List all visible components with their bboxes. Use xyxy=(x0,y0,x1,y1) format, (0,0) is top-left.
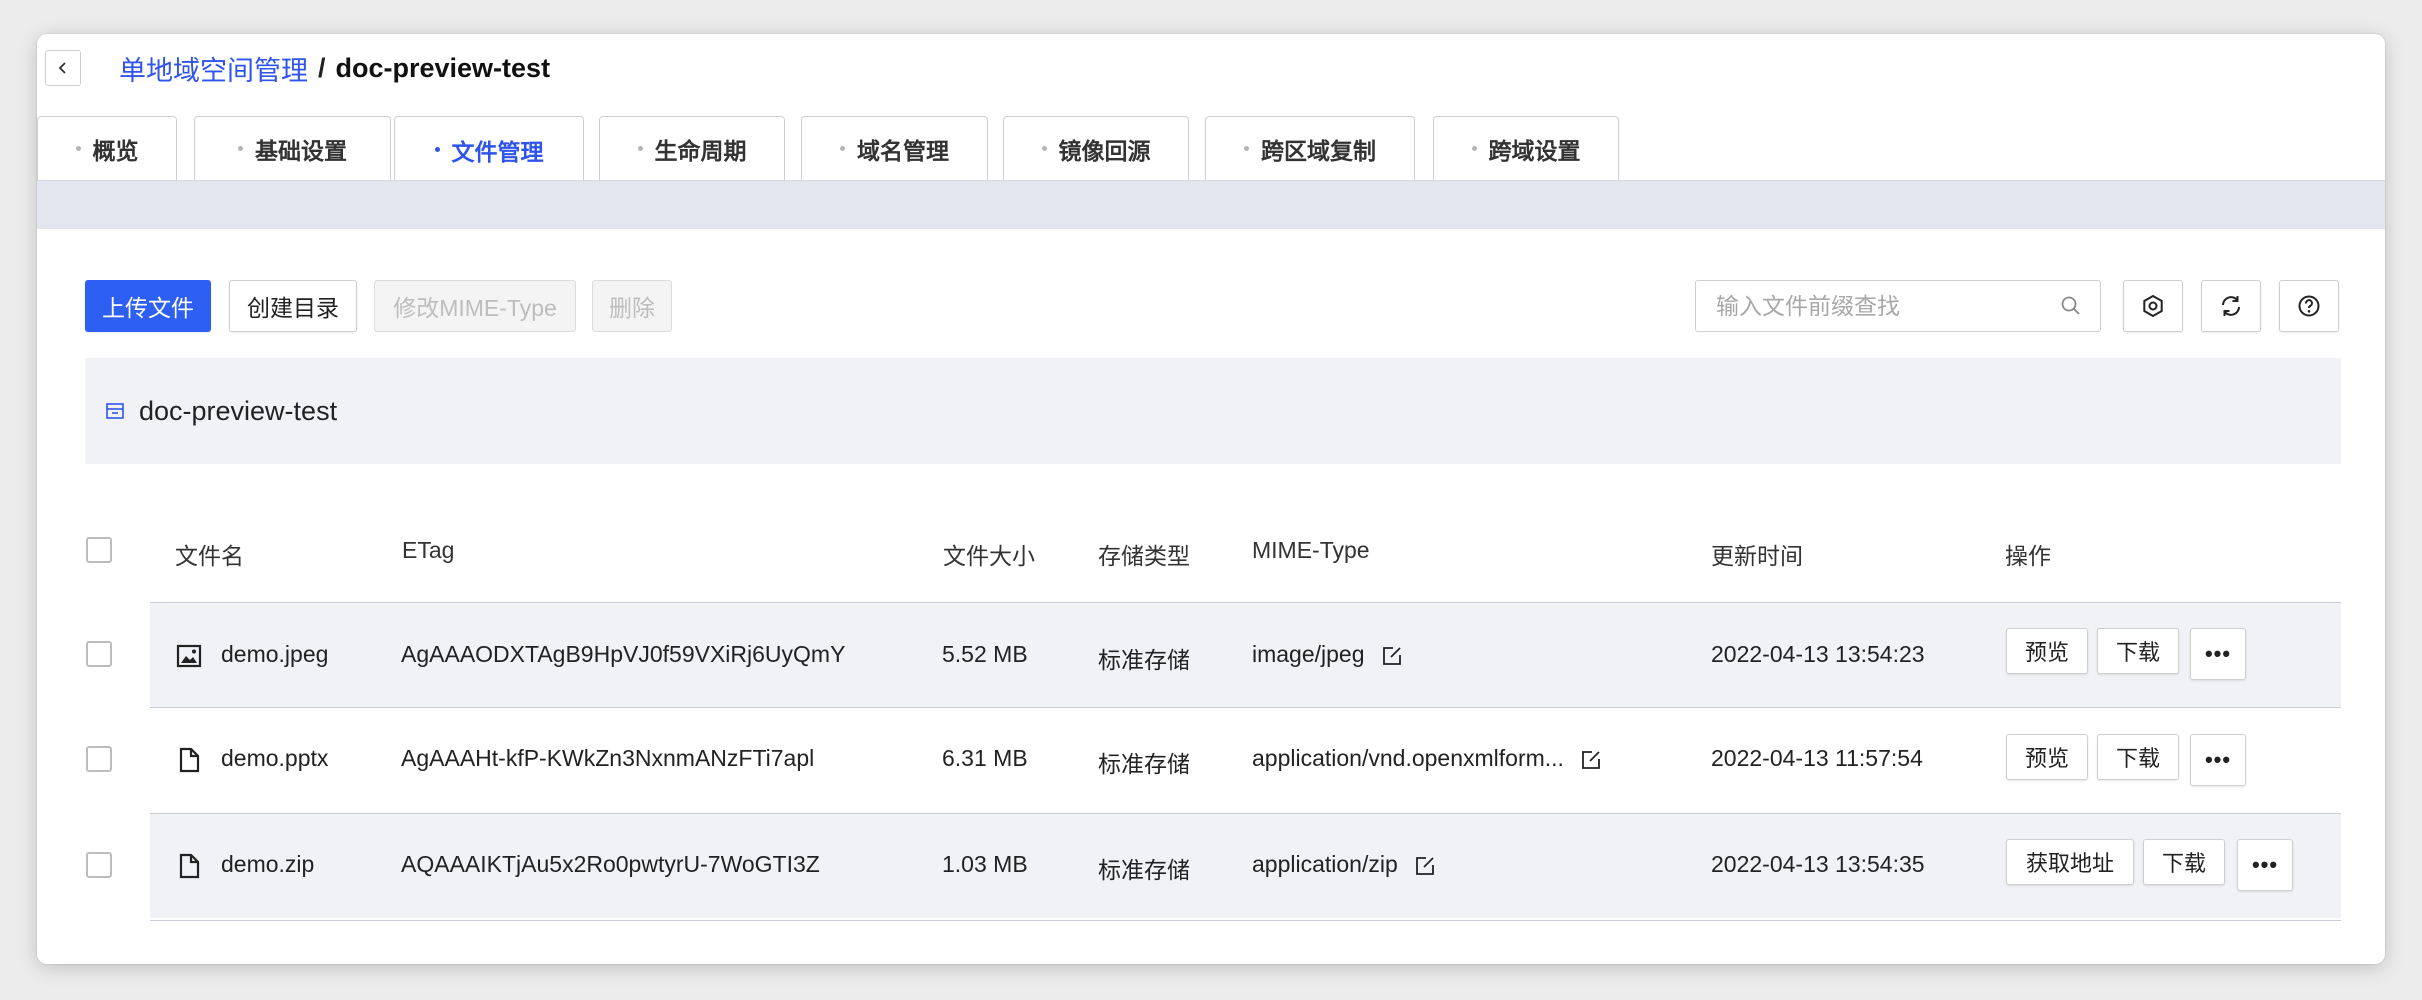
download-button[interactable]: 下载 xyxy=(2097,734,2179,780)
get-url-button[interactable]: 获取地址 xyxy=(2006,839,2134,885)
modify-mime-type-button[interactable]: 修改MIME-Type xyxy=(374,280,576,332)
tab-label: 文件管理 xyxy=(451,138,544,165)
search-box xyxy=(1695,280,2101,332)
mime-type-value: application/vnd.openxmlform... xyxy=(1252,745,1564,771)
download-button[interactable]: 下载 xyxy=(2097,628,2179,674)
column-header-etag: ETag xyxy=(402,537,455,563)
tab-mirror-origin[interactable]: 镜像回源 xyxy=(1003,116,1189,180)
column-header-size: 文件大小 xyxy=(943,543,1035,569)
tab-label: 概览 xyxy=(92,137,139,164)
create-directory-button[interactable]: 创建目录 xyxy=(229,280,357,332)
edit-icon[interactable] xyxy=(1381,645,1403,667)
column-header-name: 文件名 xyxy=(175,543,244,569)
select-all-checkbox[interactable] xyxy=(86,537,112,563)
file-etag: AgAAAHt-kfP-KWkZn3NxnmANzFTi7apl xyxy=(401,745,815,771)
document-file-icon xyxy=(175,852,203,880)
table-bottom-border xyxy=(150,920,2341,921)
gear-icon xyxy=(2143,294,2163,318)
download-button[interactable]: 下载 xyxy=(2143,839,2225,885)
edit-icon[interactable] xyxy=(1414,855,1436,877)
back-button[interactable] xyxy=(45,50,81,86)
tab-label: 镜像回源 xyxy=(1058,137,1151,164)
file-mime-type: application/zip xyxy=(1252,851,1436,878)
tab-dot xyxy=(1244,146,1249,151)
tab-dot xyxy=(434,147,440,152)
more-actions-button[interactable]: ••• xyxy=(2190,734,2246,786)
file-size: 6.31 MB xyxy=(942,745,1028,771)
tab-bar: 概览 基础设置 文件管理 生命周期 域名管理 镜像回源 跨区域复制 跨域设置 xyxy=(37,116,2385,182)
file-updated-time: 2022-04-13 13:54:23 xyxy=(1711,641,1925,667)
edit-icon[interactable] xyxy=(1580,749,1602,771)
tab-label: 域名管理 xyxy=(857,137,949,164)
current-path-bar: doc-preview-test xyxy=(85,358,2341,464)
tab-dot xyxy=(637,146,643,151)
breadcrumb-current: doc-preview-test xyxy=(335,52,551,83)
tab-label: 跨域设置 xyxy=(1488,137,1581,164)
preview-button[interactable]: 预览 xyxy=(2006,628,2088,674)
file-size: 5.52 MB xyxy=(942,641,1028,667)
preview-button[interactable]: 预览 xyxy=(2006,734,2088,780)
help-icon xyxy=(2298,295,2320,317)
file-mime-type: image/jpeg xyxy=(1252,641,1403,668)
file-name[interactable]: demo.zip xyxy=(221,851,314,878)
tab-label: 跨区域复制 xyxy=(1261,137,1376,164)
file-storage-type: 标准存储 xyxy=(1098,751,1190,777)
bucket-icon xyxy=(106,403,124,419)
column-header-actions: 操作 xyxy=(2005,543,2051,569)
current-path: doc-preview-test xyxy=(139,395,338,426)
file-updated-time: 2022-04-13 13:54:35 xyxy=(1711,851,1925,877)
settings-button[interactable] xyxy=(2123,280,2183,332)
tab-basic-settings[interactable]: 基础设置 xyxy=(194,116,391,180)
search-icon[interactable] xyxy=(2060,295,2082,317)
file-size: 1.03 MB xyxy=(942,851,1028,877)
tab-dot xyxy=(1471,146,1477,151)
tab-lifecycle[interactable]: 生命周期 xyxy=(599,116,785,180)
upload-file-button[interactable]: 上传文件 xyxy=(85,280,211,332)
file-etag: AgAAAODXTAgB9HpVJ0f59VXiRj6UyQmY xyxy=(401,641,846,667)
tab-overview[interactable]: 概览 xyxy=(37,116,177,180)
file-etag: AQAAAIKTjAu5x2Ro0pwtyrU-7WoGTI3Z xyxy=(401,851,820,877)
row-checkbox[interactable] xyxy=(86,641,112,667)
search-input[interactable] xyxy=(1714,291,2060,321)
tab-content-band xyxy=(37,180,2385,229)
more-actions-button[interactable]: ••• xyxy=(2237,839,2293,891)
file-storage-type: 标准存储 xyxy=(1098,647,1190,673)
breadcrumb: 单地域空间管理 / doc-preview-test xyxy=(119,50,550,86)
tab-dot xyxy=(75,146,81,151)
document-file-icon xyxy=(175,746,203,774)
file-name[interactable]: demo.jpeg xyxy=(221,641,328,668)
tab-dot xyxy=(1041,146,1047,151)
column-header-storage-type: 存储类型 xyxy=(1098,543,1190,569)
tab-dot xyxy=(840,146,845,151)
tab-cors-settings[interactable]: 跨域设置 xyxy=(1433,116,1619,180)
chevron-left-icon xyxy=(58,62,66,74)
file-name[interactable]: demo.pptx xyxy=(221,745,328,772)
tab-file-management[interactable]: 文件管理 xyxy=(394,116,584,182)
tab-label: 基础设置 xyxy=(255,137,347,164)
tab-dot xyxy=(238,146,243,151)
file-storage-type: 标准存储 xyxy=(1098,857,1190,883)
help-button[interactable] xyxy=(2279,280,2339,332)
mime-type-value: application/zip xyxy=(1252,851,1398,877)
image-file-icon xyxy=(175,642,203,670)
breadcrumb-separator: / xyxy=(318,52,326,83)
mime-type-value: image/jpeg xyxy=(1252,641,1365,667)
refresh-button[interactable] xyxy=(2201,280,2261,332)
column-header-mime-type: MIME-Type xyxy=(1252,537,1370,563)
column-header-updated-time: 更新时间 xyxy=(1711,543,1803,569)
app-window: 单地域空间管理 / doc-preview-test 概览 基础设置 文件管理 … xyxy=(37,34,2385,964)
tab-domain-management[interactable]: 域名管理 xyxy=(801,116,988,180)
more-actions-button[interactable]: ••• xyxy=(2190,628,2246,680)
tab-cross-region-replication[interactable]: 跨区域复制 xyxy=(1205,116,1415,180)
refresh-icon xyxy=(2222,296,2240,316)
breadcrumb-parent-link[interactable]: 单地域空间管理 xyxy=(119,49,308,88)
row-checkbox[interactable] xyxy=(86,746,112,772)
row-checkbox[interactable] xyxy=(86,852,112,878)
tab-label: 生命周期 xyxy=(654,137,747,164)
file-mime-type: application/vnd.openxmlform... xyxy=(1252,745,1602,772)
delete-button[interactable]: 删除 xyxy=(592,280,672,332)
file-updated-time: 2022-04-13 11:57:54 xyxy=(1711,745,1923,771)
